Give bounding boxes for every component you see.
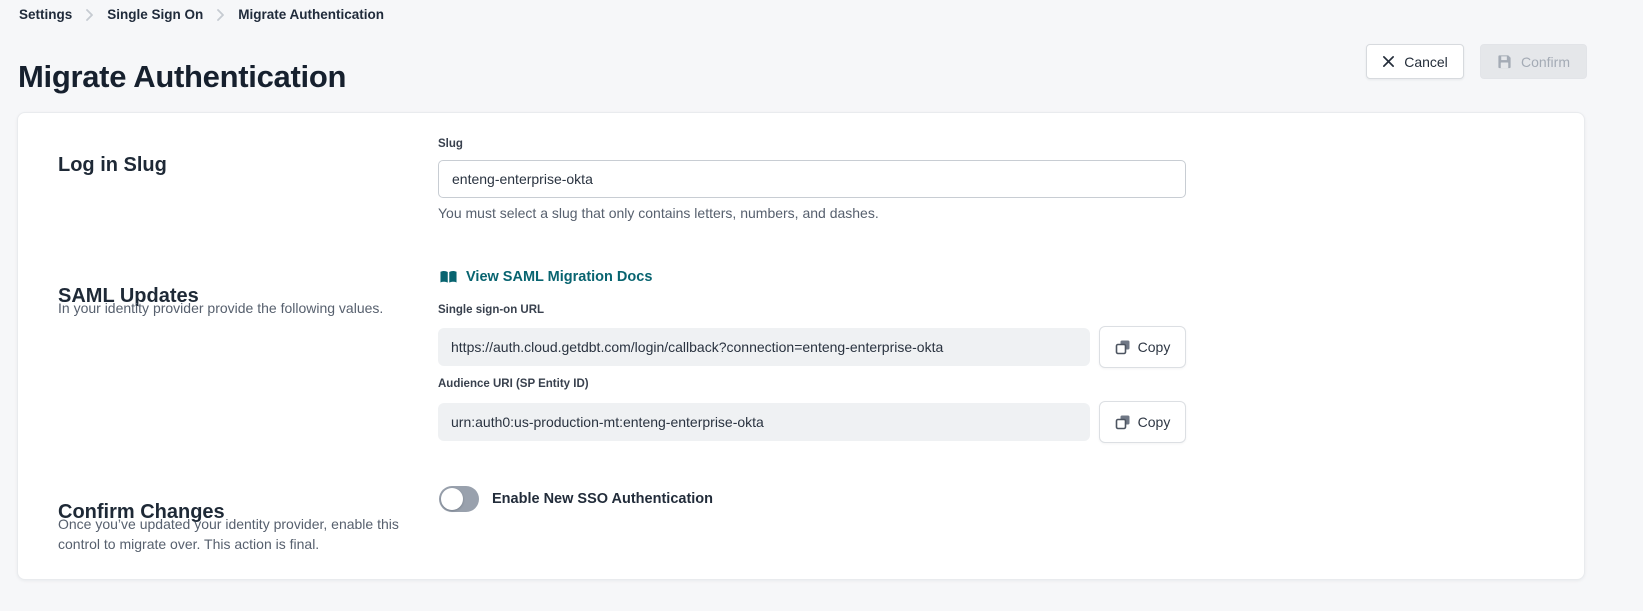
close-icon [1382,55,1395,68]
cancel-button-label: Cancel [1404,54,1448,70]
copy-icon [1115,414,1131,430]
page-title: Migrate Authentication [18,59,346,95]
save-icon [1497,54,1512,69]
migrate-authentication-page: { "breadcrumb": { "items": [ { "label": … [0,0,1643,611]
sso-url-field[interactable]: https://auth.cloud.getdbt.com/login/call… [438,328,1090,366]
enable-sso-toggle-label: Enable New SSO Authentication [492,491,713,507]
copy-audience-uri-button[interactable]: Copy [1099,401,1186,443]
breadcrumb-item-single-sign-on[interactable]: Single Sign On [107,7,203,22]
breadcrumb: Settings Single Sign On Migrate Authenti… [19,7,384,22]
cancel-button[interactable]: Cancel [1366,44,1464,79]
docs-link-label: View SAML Migration Docs [466,269,652,285]
login-slug-heading: Log in Slug [58,154,167,177]
copy-button-label: Copy [1138,339,1171,355]
copy-icon [1115,339,1131,355]
chevron-right-icon [85,9,94,21]
audience-uri-label: Audience URI (SP Entity ID) [438,378,589,390]
audience-uri-field[interactable]: urn:auth0:us-production-mt:enteng-enterp… [438,403,1090,441]
copy-button-label: Copy [1138,414,1171,430]
migrate-authentication-card: Log in Slug Slug You must select a slug … [17,112,1585,580]
view-saml-migration-docs-link[interactable]: View SAML Migration Docs [440,269,652,285]
enable-sso-toggle[interactable] [439,486,479,512]
slug-helper-text: You must select a slug that only contain… [438,205,879,221]
confirm-changes-subtitle: Once you’ve updated your identity provid… [58,514,406,554]
sso-url-label: Single sign-on URL [438,304,544,316]
chevron-right-icon [216,9,225,21]
header-actions: Cancel Confirm [1366,44,1587,79]
confirm-button[interactable]: Confirm [1480,44,1587,79]
slug-input[interactable] [438,160,1186,198]
breadcrumb-item-migrate-authentication: Migrate Authentication [238,7,384,22]
slug-field-label: Slug [438,138,463,150]
confirm-button-label: Confirm [1521,54,1570,70]
book-icon [440,270,457,284]
copy-sso-url-button[interactable]: Copy [1099,326,1186,368]
saml-updates-subtitle: In your identity provider provide the fo… [58,298,383,318]
toggle-knob [441,488,463,510]
breadcrumb-item-settings[interactable]: Settings [19,7,72,22]
